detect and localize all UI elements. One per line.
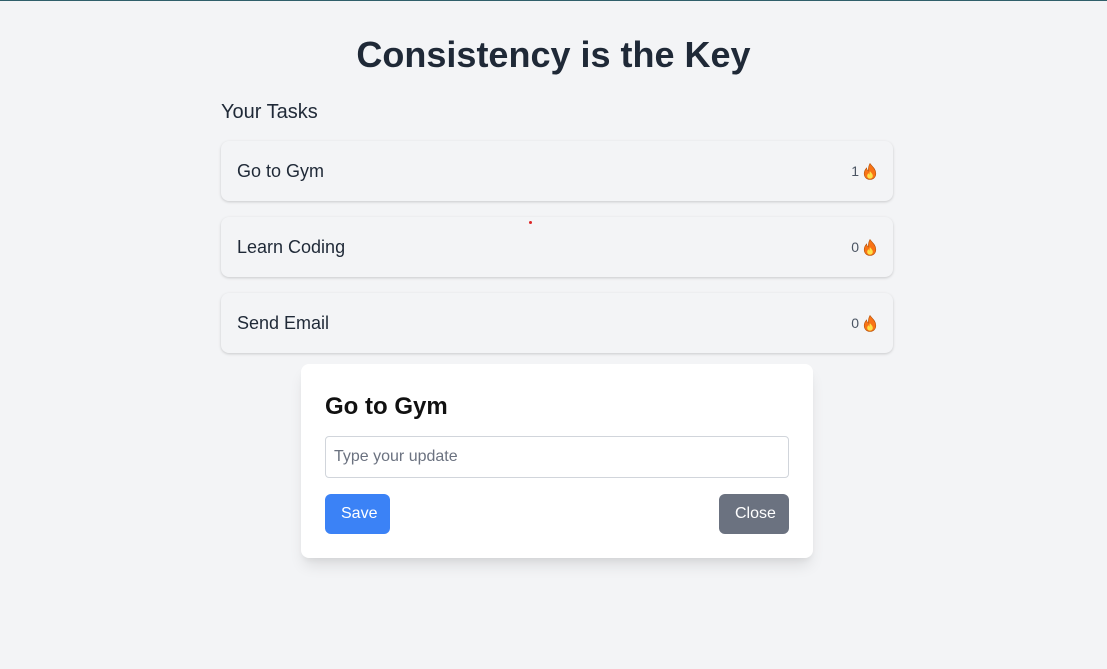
streak-count: 0 [851,315,859,331]
task-item-go-to-gym[interactable]: Go to Gym 1 [221,141,893,201]
fire-icon [863,162,877,180]
fire-icon [863,238,877,256]
task-name: Go to Gym [237,161,325,181]
top-border [0,0,1107,1]
task-streak: 1 [851,162,877,180]
modal-title: Go to Gym [325,393,448,420]
cursor-dot [529,221,532,224]
task-name: Learn Coding [237,237,346,257]
task-update-modal: Go to Gym Save Close [301,364,813,558]
page-title: Consistency is the Key [356,34,751,75]
task-streak: 0 [851,238,877,256]
task-name: Send Email [237,313,330,333]
tasks-heading: Your Tasks [221,101,318,123]
fire-icon [863,314,877,332]
streak-count: 0 [851,239,859,255]
streak-count: 1 [851,163,859,179]
task-item-send-email[interactable]: Send Email 0 [221,293,893,353]
save-button[interactable]: Save [325,494,390,534]
update-input[interactable] [325,436,789,478]
task-item-learn-coding[interactable]: Learn Coding 0 [221,217,893,277]
close-button[interactable]: Close [719,494,789,534]
task-streak: 0 [851,314,877,332]
